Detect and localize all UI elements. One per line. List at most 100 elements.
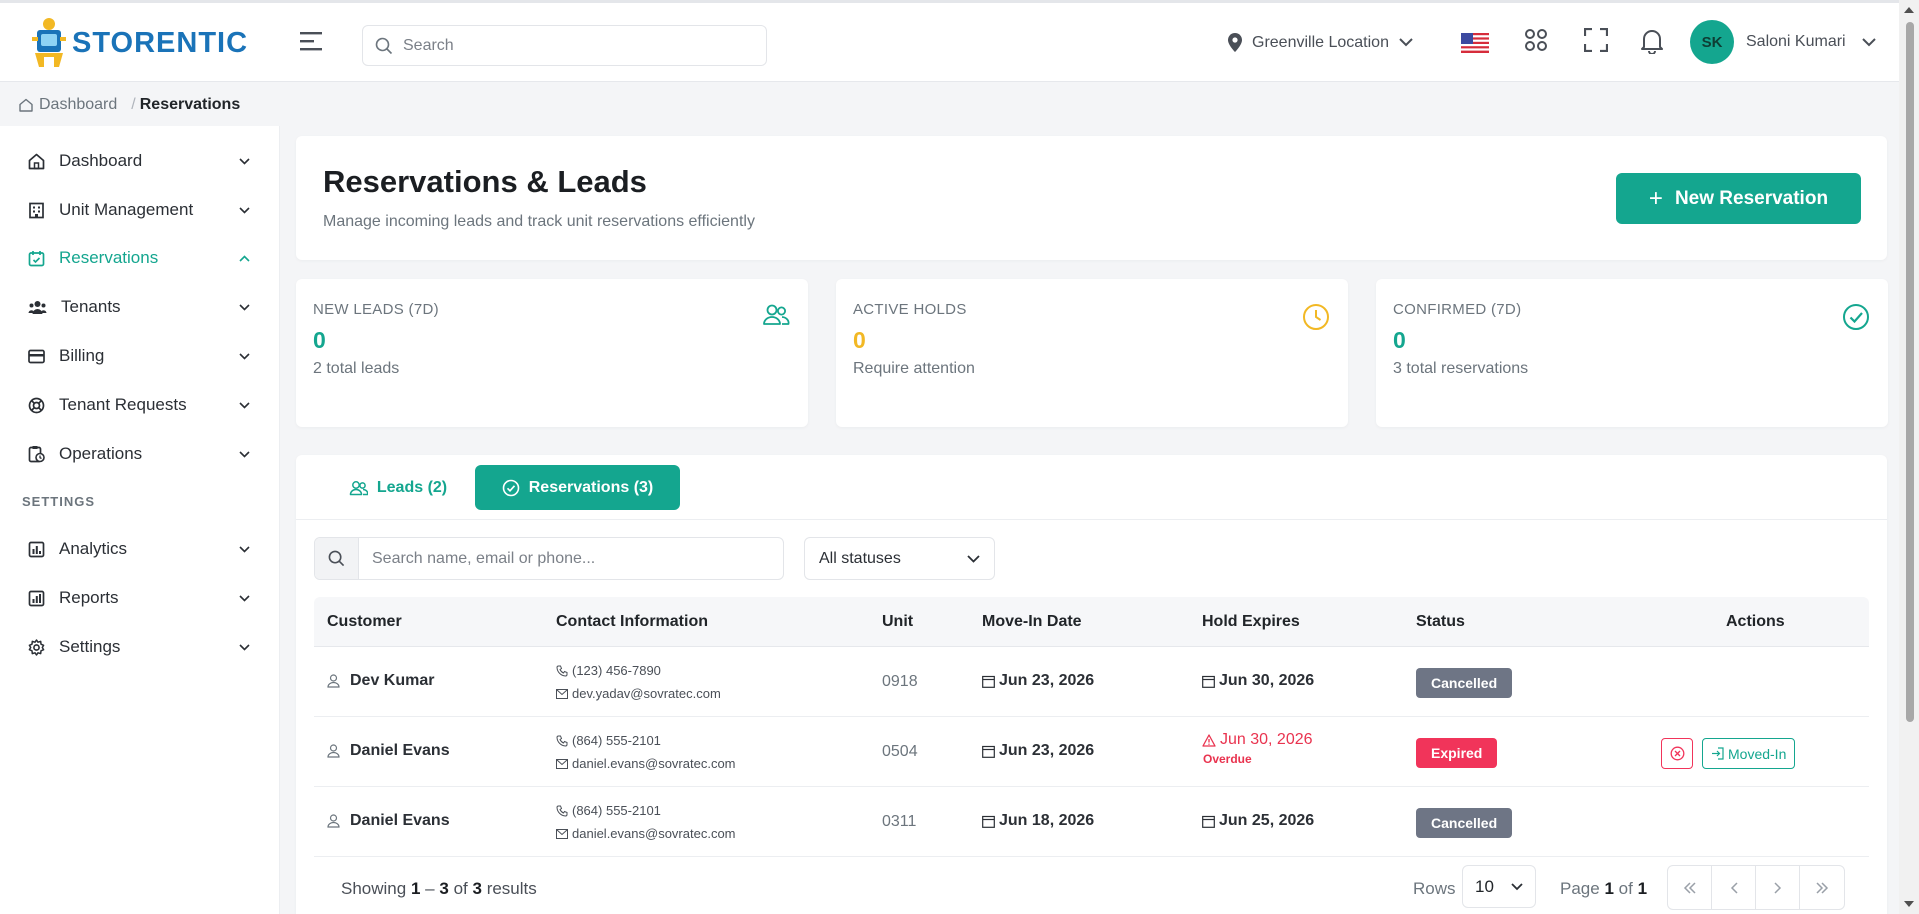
chevron-down-icon [239,303,250,311]
unit-cell: 0918 [882,673,918,690]
move-in-date: Jun 23, 2026 [999,742,1095,759]
column-header-contact[interactable]: Contact Information [556,613,708,631]
pagination-controls [1667,865,1845,910]
moved-in-button[interactable]: Moved-In [1702,738,1796,769]
range-dash: – [425,879,435,898]
rows-per-page-select[interactable]: 10 [1462,865,1536,908]
contact-email[interactable]: daniel.evans@sovratec.com [572,756,736,771]
map-pin-icon [1228,33,1242,52]
column-header-move-in-date[interactable]: Move-In Date [982,613,1082,631]
apps-button[interactable] [1524,28,1548,52]
chevron-right-icon [1773,881,1781,894]
sidebar-item-settings[interactable]: Settings [0,627,280,667]
status-filter-select[interactable]: All statuses [804,537,995,580]
sidebar-item-label: Billing [59,346,105,365]
breadcrumb: Dashboard / Reservations [0,83,1899,126]
column-header-hold-expires[interactable]: Hold Expires [1202,613,1300,631]
scrollbar-thumb[interactable] [1906,22,1914,722]
tab-leads[interactable]: Leads (2) [338,465,458,510]
warning-triangle-icon [1202,733,1216,747]
avatar: SK [1690,20,1734,64]
column-header-unit[interactable]: Unit [882,613,913,631]
sidebar-item-dashboard[interactable]: Dashboard [0,141,280,181]
results-word: results [486,879,537,898]
sidebar-item-analytics[interactable]: Analytics [0,529,280,569]
column-header-status[interactable]: Status [1416,613,1465,631]
stat-label: NEW LEADS (7D) [313,301,439,318]
rows-per-page-label: Rows [1413,879,1456,898]
chevron-down-icon [239,401,250,409]
home-icon [19,98,33,112]
contact-phone[interactable]: (864) 555-2101 [572,733,661,748]
contact-email[interactable]: daniel.evans@sovratec.com [572,826,736,841]
contact-email[interactable]: dev.yadav@sovratec.com [572,686,721,701]
breadcrumb-home[interactable]: Dashboard [19,96,117,114]
building-icon [29,202,44,218]
scroll-down-arrow[interactable] [1903,900,1915,908]
sidebar-item-reservations[interactable]: Reservations [0,238,280,278]
move-in-date-cell: Jun 23, 2026 [982,742,1094,760]
sidebar-item-reports[interactable]: Reports [0,578,280,618]
stat-subtext: Require attention [853,360,975,377]
tabs-bar: Leads (2) Reservations (3) [296,455,1887,520]
stat-card-confirmed: CONFIRMED (7D) 0 3 total reservations [1376,279,1888,427]
contact-phone[interactable]: (123) 456-7890 [572,663,661,678]
sidebar-item-label: Reservations [59,248,159,267]
table-row[interactable]: Daniel Evans (864) 555-2101 daniel.evans… [314,787,1869,857]
apps-grid-icon [1525,29,1547,51]
language-selector[interactable] [1461,33,1489,53]
report-icon [28,590,45,606]
new-reservation-button[interactable]: + New Reservation [1616,173,1861,224]
hold-expires-date: Jun 30, 2026 [1220,731,1313,748]
calendar-icon [1202,675,1215,688]
user-icon [327,674,340,688]
sidebar-item-operations[interactable]: Operations [0,434,280,474]
chevron-down-icon [239,206,250,214]
sidebar-item-tenant-requests[interactable]: Tenant Requests [0,385,280,425]
sidebar-item-tenants[interactable]: Tenants [0,287,280,327]
chevron-up-icon [239,254,250,262]
brand-logo[interactable]: STORENTIC [32,15,248,71]
tab-reservations[interactable]: Reservations (3) [475,465,680,510]
triangle-up-icon [1904,7,1914,13]
range-end: 3 [439,879,449,898]
table-search[interactable] [314,537,784,580]
table-search-input[interactable] [372,549,772,568]
table-search-button[interactable] [315,538,359,579]
hamburger-icon [300,32,322,51]
location-selector[interactable]: Greenville Location [1228,33,1413,52]
sidebar-item-label: Reports [59,588,119,607]
bar-chart-icon [28,541,45,557]
cancel-reservation-button[interactable] [1661,738,1693,769]
customer-cell: Daniel Evans [327,812,450,830]
sidebar-item-unit-management[interactable]: Unit Management [0,190,280,230]
table-row[interactable]: Daniel Evans (864) 555-2101 daniel.evans… [314,717,1869,787]
tab-leads-label: Leads (2) [376,478,448,496]
contact-phone[interactable]: (864) 555-2101 [572,803,661,818]
column-header-actions: Actions [1726,613,1785,630]
global-search-input[interactable] [403,36,743,55]
next-page-button[interactable] [1756,866,1800,909]
envelope-icon [556,688,568,699]
last-page-button[interactable] [1800,866,1844,909]
user-menu[interactable]: SK Saloni Kumari [1690,20,1876,64]
sidebar-item-billing[interactable]: Billing [0,336,280,376]
new-reservation-label: New Reservation [1674,187,1829,209]
prev-page-button[interactable] [1712,866,1756,909]
chevrons-left-icon [1683,881,1696,894]
user-icon [327,814,340,828]
user-name: Saloni Kumari [1746,33,1846,50]
scroll-up-arrow[interactable] [1903,6,1915,14]
global-search[interactable] [362,25,767,66]
first-page-button[interactable] [1668,866,1712,909]
home-icon [28,153,45,169]
chevron-down-icon [239,450,250,458]
menu-toggle-button[interactable] [300,31,324,51]
column-header-customer[interactable]: Customer [327,613,402,631]
breadcrumb-home-label: Dashboard [39,95,118,113]
chevrons-right-icon [1816,881,1829,894]
hold-expires-cell: Jun 25, 2026 [1202,812,1314,830]
fullscreen-button[interactable] [1584,28,1608,52]
notifications-button[interactable] [1641,28,1663,54]
table-row[interactable]: Dev Kumar (123) 456-7890 dev.yadav@sovra… [314,647,1869,717]
